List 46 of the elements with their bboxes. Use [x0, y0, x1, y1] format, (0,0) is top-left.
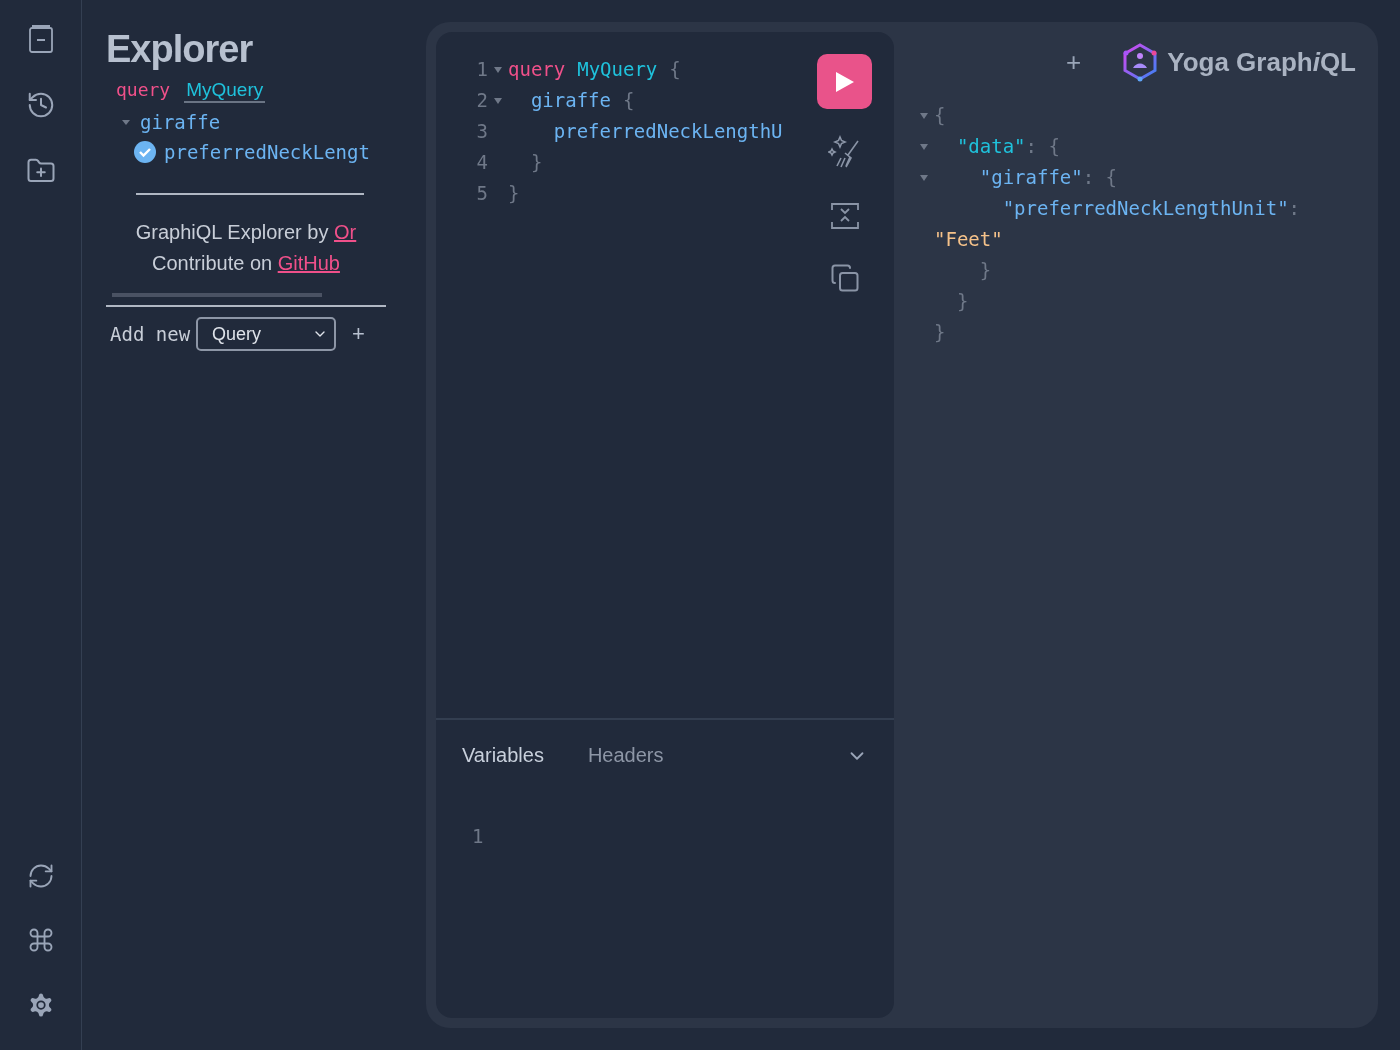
code-line: } — [529, 150, 543, 175]
field-name[interactable]: preferredNeckLengt — [164, 141, 370, 163]
operation-keyword: query — [116, 79, 171, 100]
fold-caret-icon[interactable] — [919, 110, 929, 121]
result-line: "Feet" — [934, 227, 1003, 252]
code-line: giraffe { — [529, 88, 635, 113]
credit-text: GraphiQL Explorer by — [135, 221, 329, 243]
explorer-title: Explorer — [106, 28, 254, 71]
line-number: 5 — [475, 181, 488, 206]
line-number: 1 — [472, 825, 485, 847]
app-logo-text: Yoga GraphiQL — [1167, 46, 1356, 78]
result-line: "data": { — [955, 134, 1060, 159]
run-button[interactable] — [817, 54, 872, 109]
field-name[interactable]: giraffe — [140, 111, 221, 133]
line-number: 3 — [475, 119, 488, 144]
author-link[interactable]: Or — [334, 221, 357, 243]
code-line: } — [508, 181, 520, 206]
result-line: } — [934, 320, 946, 345]
fold-caret-icon[interactable] — [493, 95, 503, 106]
scrollbar[interactable] — [112, 293, 322, 297]
line-number: 4 — [475, 150, 488, 175]
add-operation-button[interactable]: + — [352, 321, 365, 347]
result-line: { — [934, 103, 946, 128]
github-link[interactable]: GitHub — [277, 252, 340, 274]
fold-caret-icon[interactable] — [919, 141, 929, 152]
code-line: preferredNeckLengthU — [552, 119, 783, 144]
result-line: } — [955, 289, 969, 314]
checked-circle-icon[interactable] — [134, 141, 156, 163]
result-line: "preferredNeckLengthUnit": — [1001, 196, 1301, 221]
yoga-logo-icon — [1121, 42, 1160, 82]
result-line: "giraffe": { — [978, 165, 1118, 190]
play-icon — [833, 69, 856, 94]
contribute-text: Contribute on — [152, 252, 273, 274]
editor-tab[interactable]: Variables — [462, 744, 544, 767]
add-new-label: Add new — [110, 323, 191, 345]
result-line: } — [978, 258, 992, 283]
fold-caret-icon[interactable] — [493, 64, 503, 75]
operation-name[interactable]: MyQuery — [184, 79, 266, 103]
line-number: 1 — [475, 57, 488, 82]
fold-caret-icon[interactable] — [919, 172, 929, 183]
add-tab-button[interactable]: + — [1066, 46, 1082, 78]
editor-tab[interactable]: Headers — [587, 744, 664, 767]
documentation-icon[interactable] — [27, 24, 54, 54]
code-line: query MyQuery { — [508, 57, 681, 82]
operation-type-select[interactable]: Query — [196, 317, 337, 351]
line-number: 2 — [475, 88, 488, 113]
